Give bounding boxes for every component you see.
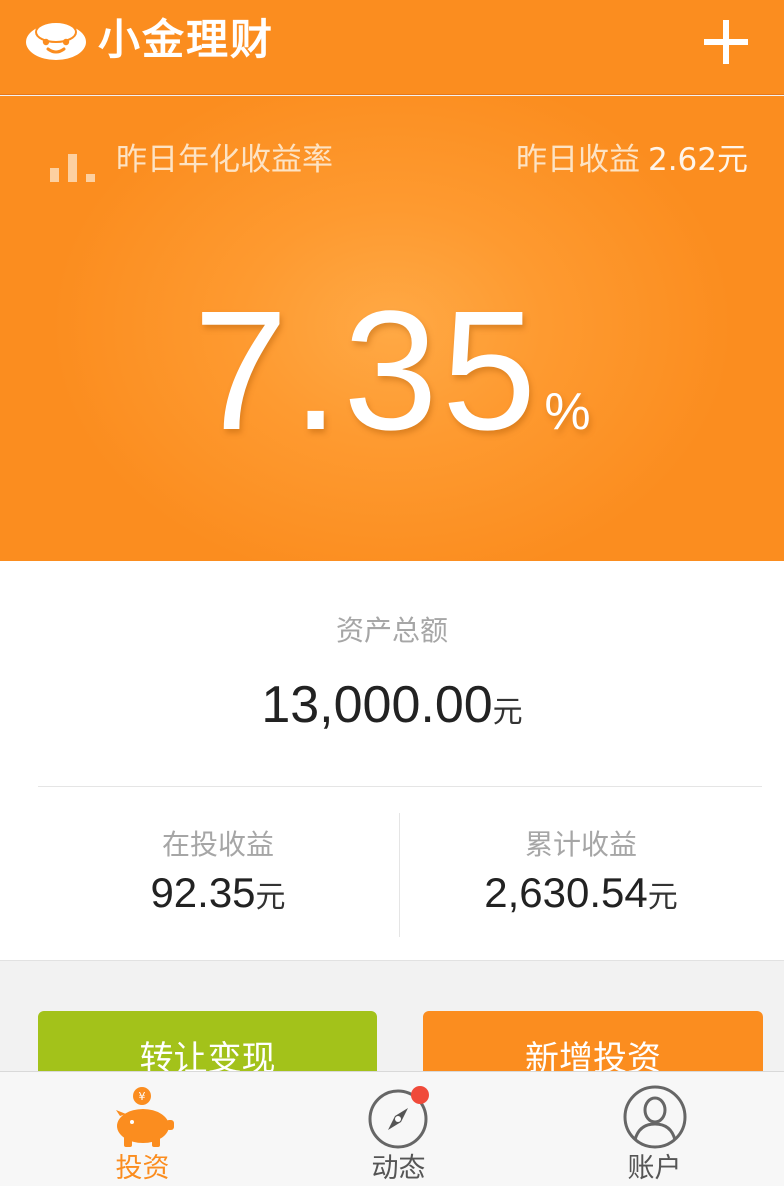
total-assets: 13,000.00元 (0, 675, 784, 735)
annualized-rate: 7.35% (0, 286, 784, 456)
holding-earnings-label: 在投收益 (161, 828, 274, 861)
yesterday-earnings: 昨日收益 2.62元 (516, 140, 748, 180)
tab-activity[interactable]: 动态 (268, 1072, 529, 1186)
notification-badge (410, 1086, 429, 1104)
tab-invest[interactable]: ¥ 投资 (12, 1072, 273, 1186)
user-icon (623, 1085, 686, 1149)
cumulative-earnings: 累计收益 2,630.54元 (381, 827, 781, 919)
currency-unit: 元 (492, 695, 523, 730)
app-screen: 小金理财 昨日年化收益率 昨日收益 2.62元 7.35% 资产总额 13,000… (0, 0, 784, 1186)
assets-card: 资产总额 13,000.00元 在投收益 92.35元 累计收益 2,630.5… (0, 561, 784, 961)
tab-activity-label: 动态 (371, 1153, 426, 1184)
bar-chart-icon (50, 154, 95, 182)
plus-icon[interactable] (700, 16, 752, 68)
compass-icon (368, 1086, 429, 1149)
percent-sign: % (544, 383, 591, 441)
svg-text:¥: ¥ (138, 1090, 145, 1103)
yield-panel[interactable]: 昨日年化收益率 昨日收益 2.62元 7.35% (0, 96, 784, 561)
annualized-rate-label: 昨日年化收益率 (116, 142, 333, 178)
piggy-bank-icon: ¥ (115, 1087, 174, 1147)
ingot-logo-icon (26, 21, 86, 60)
yesterday-earnings-amount: 2.62元 (647, 142, 748, 178)
currency-unit: 元 (255, 880, 286, 915)
holding-earnings: 在投收益 92.35元 (18, 827, 418, 919)
total-assets-label: 资产总额 (335, 614, 448, 647)
tab-account-label: 账户 (627, 1153, 682, 1184)
divider (38, 786, 762, 787)
annualized-rate-value: 7.35 (193, 276, 541, 466)
app-brand-title: 小金理财 (98, 15, 275, 64)
cumulative-earnings-amount: 2,630.54元 (381, 867, 781, 919)
holding-earnings-amount: 92.35元 (18, 867, 418, 919)
tab-invest-label: 投资 (115, 1153, 170, 1184)
top-bar: 小金理财 (0, 0, 784, 95)
tab-account[interactable]: 账户 (524, 1072, 784, 1186)
cumulative-earnings-value: 2,630.54 (484, 869, 648, 916)
holding-earnings-value: 92.35 (150, 869, 256, 916)
cumulative-earnings-label: 累计收益 (524, 828, 637, 861)
yesterday-earnings-label: 昨日收益 (515, 142, 640, 178)
currency-unit: 元 (647, 880, 678, 915)
total-assets-value: 13,000.00 (261, 676, 493, 734)
bottom-nav: ¥ 投资 动态 账户 (0, 1071, 784, 1186)
